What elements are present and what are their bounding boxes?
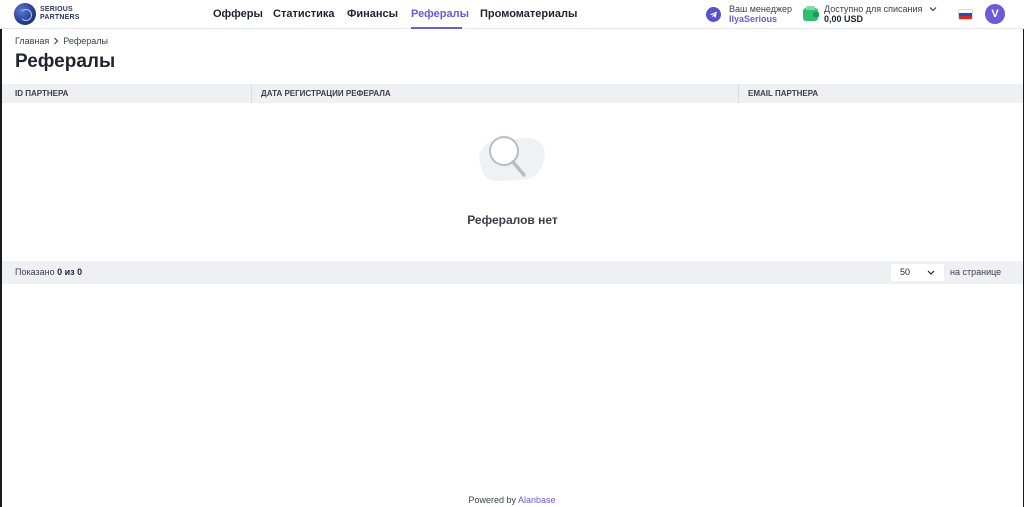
shown-count: Показано 0 из 0 — [15, 267, 83, 277]
page-title: Рефералы — [15, 51, 116, 72]
nav-item-referrals[interactable]: Рефералы — [411, 8, 469, 20]
nav-item-finances[interactable]: Финансы — [347, 8, 398, 20]
nav-item-statistics[interactable]: Статистика — [273, 8, 335, 20]
table-footer: Показано 0 из 0 50 на странице — [2, 261, 1023, 284]
chevron-down-icon — [929, 7, 937, 12]
nav-item-offers[interactable]: Офферы — [213, 8, 263, 20]
balance-label: Доступно для списания — [824, 4, 923, 14]
russian-flag-icon[interactable] — [958, 9, 973, 20]
top-header: SERIOUS PARTNERS Офферы Статистика Финан… — [0, 0, 1024, 29]
brand-logo[interactable]: SERIOUS PARTNERS — [14, 3, 84, 25]
chevron-right-icon — [54, 37, 59, 45]
breadcrumb-current: Рефералы — [63, 36, 109, 46]
user-avatar[interactable]: V — [985, 4, 1005, 24]
table-header: ID партнера Дата регистрации реферала Em… — [2, 84, 1023, 103]
magnifier-icon — [479, 136, 545, 182]
empty-state-text: Рефералов нет — [467, 213, 558, 227]
logo-icon — [14, 3, 36, 25]
manager-name-link[interactable]: IlyaSerious — [729, 14, 777, 24]
per-page-label: на странице — [950, 267, 1002, 277]
nav-active-indicator — [411, 27, 462, 29]
column-header-partner-id[interactable]: ID партнера — [2, 84, 251, 103]
empty-state: Рефералов нет — [2, 103, 1023, 261]
breadcrumb-home-link[interactable]: Главная — [15, 36, 49, 46]
alanbase-link[interactable]: Alanbase — [518, 495, 556, 505]
nav-item-promo-materials[interactable]: Промоматериалы — [480, 8, 577, 20]
column-header-partner-email[interactable]: Email партнера — [738, 84, 1023, 103]
powered-by-footer: Powered by Alanbase — [468, 495, 556, 505]
chevron-down-icon — [927, 270, 935, 275]
breadcrumb: Главная Рефералы — [15, 36, 108, 46]
logo-text: SERIOUS PARTNERS — [40, 6, 80, 21]
per-page-select[interactable]: 50 — [891, 264, 944, 281]
balance-value: 0,00 USD — [824, 14, 864, 24]
telegram-icon — [706, 7, 721, 22]
column-header-registration-date[interactable]: Дата регистрации реферала — [251, 84, 738, 103]
manager-label: Ваш менеджер — [729, 4, 792, 14]
wallet-icon — [803, 6, 819, 21]
shown-count-value: 0 из 0 — [57, 267, 83, 277]
